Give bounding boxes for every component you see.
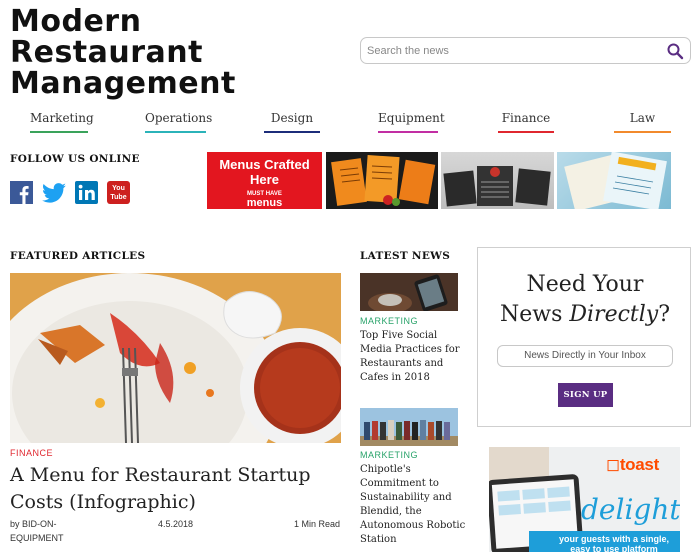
nav-marketing-label: Marketing xyxy=(30,111,94,125)
nav-marketing-underline xyxy=(30,131,88,133)
nav-design-label: Design xyxy=(270,111,314,125)
linkedin-icon[interactable] xyxy=(75,181,98,204)
group-photo xyxy=(360,408,458,446)
ad-menu-photo-dark[interactable] xyxy=(441,152,554,209)
author-name-line1[interactable]: BID-ON- xyxy=(22,519,57,529)
featured-photo-plate xyxy=(10,273,341,443)
newsletter-signup-box: Need Your News Directly? News Directly i… xyxy=(477,247,691,427)
nav-operations-label: Operations xyxy=(145,111,213,125)
latest-news-image-1[interactable] xyxy=(360,273,458,311)
nav-finance[interactable]: Finance xyxy=(498,111,554,133)
featured-article-category[interactable]: FINANCE xyxy=(10,448,53,458)
main-nav: Marketing Operations Design Equipment Fi… xyxy=(0,111,700,135)
twitter-icon[interactable] xyxy=(42,181,67,204)
facebook-icon[interactable] xyxy=(10,181,33,204)
toast-brand-logo: ◻toast xyxy=(606,455,659,475)
newsletter-heading-line2b: ? xyxy=(658,302,671,327)
nav-equipment[interactable]: Equipment xyxy=(378,111,445,133)
search-icon[interactable] xyxy=(666,42,684,60)
latest-news-title-1[interactable]: Top Five Social Media Practices for Rest… xyxy=(360,329,470,385)
ad-menu-photo-blue[interactable] xyxy=(557,152,671,209)
nav-marketing[interactable]: Marketing xyxy=(30,111,94,133)
toast-subline-1: your guests with a single, xyxy=(558,534,670,544)
latest-news-category-2[interactable]: MARKETING xyxy=(360,450,418,460)
dark-menus-image xyxy=(443,166,551,207)
nav-design[interactable]: Design xyxy=(264,111,320,133)
toast-headline: delight xyxy=(581,493,680,526)
featured-article-image[interactable] xyxy=(10,273,341,443)
nav-operations-underline xyxy=(145,131,206,133)
toast-subline-2: easy to use platform xyxy=(570,544,658,552)
youtube-icon-text: You Tube xyxy=(110,185,127,201)
nav-law[interactable]: Law xyxy=(614,111,671,133)
latest-news-category-1[interactable]: MARKETING xyxy=(360,316,418,326)
latest-news-title-2[interactable]: Chipotle's Commitment to Sustainability … xyxy=(360,463,470,547)
toast-brand-name: toast xyxy=(619,455,659,474)
ad-menus-headline-2: Here xyxy=(250,172,279,187)
newsletter-heading-line2-em: Directly xyxy=(569,302,659,327)
nav-law-underline xyxy=(614,131,671,133)
latest-news-image-2[interactable] xyxy=(360,408,458,446)
ad-menus-tag-large: menus xyxy=(246,197,283,209)
nav-finance-underline xyxy=(498,131,554,133)
featured-article-date: 4.5.2018 xyxy=(158,519,194,529)
toast-icon: ◻ xyxy=(606,455,620,474)
site-logo[interactable]: Modern Restaurant Management xyxy=(10,7,236,101)
featured-article-author: by BID-ON- EQUIPMENT xyxy=(10,517,70,545)
newsletter-email-field[interactable]: News Directly in Your Inbox xyxy=(497,345,673,367)
newsletter-heading-line1: Need Your xyxy=(526,272,644,297)
ad-menu-photo-orange[interactable] xyxy=(326,152,438,209)
logo-line-management: Management xyxy=(10,66,236,101)
nav-finance-label: Finance xyxy=(501,111,551,125)
search-bar xyxy=(360,37,691,64)
author-prefix: by xyxy=(10,519,20,529)
phone-coffee-photo xyxy=(360,273,458,311)
nav-design-underline xyxy=(264,131,320,133)
featured-article-title[interactable]: A Menu for Restaurant Startup Costs (Inf… xyxy=(10,462,345,516)
nav-law-label: Law xyxy=(629,111,656,125)
search-input[interactable] xyxy=(367,43,657,59)
ad-toast[interactable]: ◻toast delight your guests with a single… xyxy=(489,447,680,552)
youtube-icon[interactable]: You Tube xyxy=(107,181,130,204)
featured-article-read-time: 1 Min Read xyxy=(294,519,341,529)
newsletter-signup-button[interactable]: SIGN UP xyxy=(558,383,613,407)
newsletter-heading-line2a: News xyxy=(499,302,570,327)
ad-menus-crafted-here[interactable]: Menus Crafted Here MUST HAVE menus xyxy=(207,152,322,209)
orange-menus-image xyxy=(331,154,436,206)
featured-articles-title: FEATURED ARTICLES xyxy=(10,250,146,262)
toast-subline: your guests with a single, easy to use p… xyxy=(549,534,679,552)
nav-equipment-underline xyxy=(378,131,438,133)
nav-equipment-label: Equipment xyxy=(378,111,445,125)
follow-us-title: FOLLOW US ONLINE xyxy=(10,153,140,165)
blue-menus-image xyxy=(564,152,667,209)
latest-news-title: LATEST NEWS xyxy=(360,250,451,262)
newsletter-heading: Need Your News Directly? xyxy=(478,270,692,330)
nav-operations[interactable]: Operations xyxy=(145,111,212,133)
ad-menus-headline-1: Menus Crafted xyxy=(219,157,310,172)
author-name-line2[interactable]: EQUIPMENT xyxy=(10,533,64,543)
